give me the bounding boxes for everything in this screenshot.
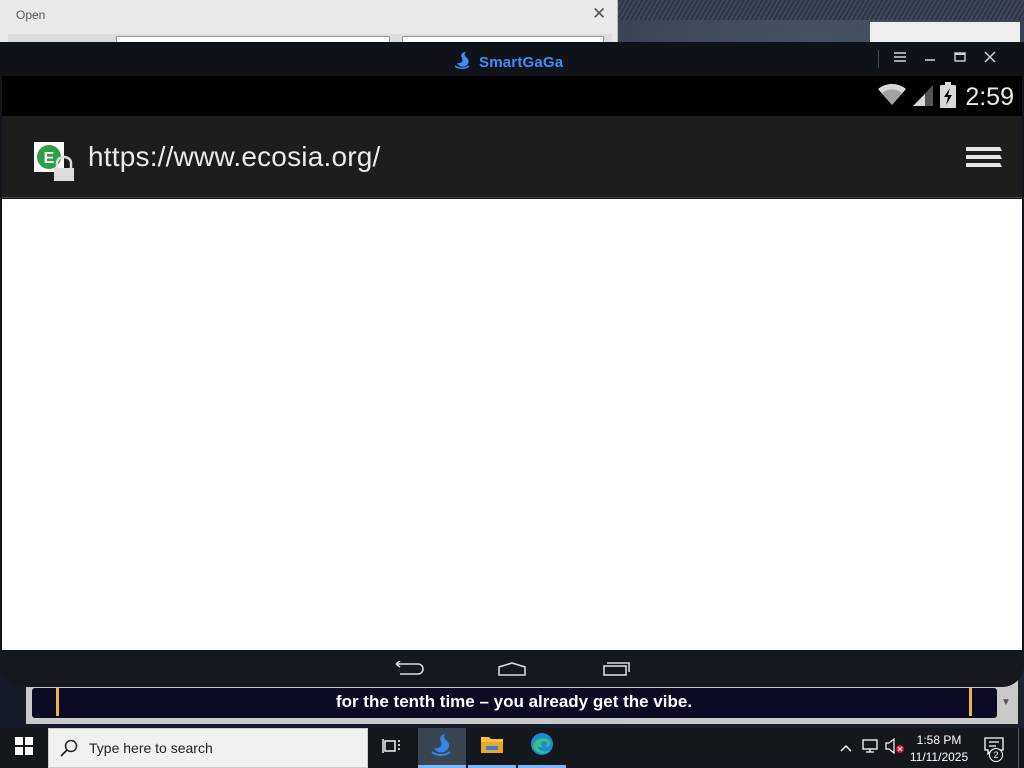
network-button[interactable] <box>860 728 882 768</box>
battery-charging-icon <box>939 82 957 113</box>
taskbar-search-box[interactable]: Type here to search <box>48 728 368 768</box>
search-placeholder: Type here to search <box>89 740 213 756</box>
notification-count-badge: 2 <box>989 748 1003 762</box>
network-icon <box>862 738 880 759</box>
search-icon <box>49 739 89 757</box>
open-dialog-title: Open <box>16 8 46 22</box>
emulator-menu-button[interactable] <box>885 48 915 70</box>
windows-taskbar: Type here to search 1:58 PM 11/11/2025 2 <box>0 728 1024 768</box>
file-explorer-icon <box>480 734 504 759</box>
minimize-icon <box>924 50 936 68</box>
show-hidden-icons-button[interactable] <box>836 728 856 768</box>
taskbar-edge-button[interactable] <box>518 728 566 768</box>
clock-time: 1:58 PM <box>916 733 962 747</box>
close-icon <box>984 50 996 68</box>
emulator-window: SmartGaGa 2:59 E https://www.ecosia.org/ <box>0 42 1024 687</box>
wifi-icon <box>877 83 907 112</box>
android-status-bar: 2:59 <box>2 76 1022 116</box>
taskbar-clock[interactable]: 1:58 PM 11/11/2025 <box>906 732 972 766</box>
taskbar-explorer-button[interactable] <box>468 728 516 768</box>
subtitle-text: for the tenth time – you already get the… <box>335 692 693 711</box>
emulator-minimize-button[interactable] <box>915 48 945 70</box>
subtitle-marker-right[interactable] <box>969 688 972 716</box>
ecosia-secure-icon: E <box>34 142 76 182</box>
task-view-icon <box>382 737 402 760</box>
background-window-controls <box>870 22 1020 42</box>
volume-muted-icon <box>885 737 905 759</box>
chevron-up-icon <box>840 739 852 757</box>
recents-icon[interactable] <box>601 661 631 677</box>
status-icons: 2:59 <box>877 82 1014 113</box>
svg-text:E: E <box>44 150 55 167</box>
emulator-close-button[interactable] <box>975 48 1005 70</box>
back-icon[interactable] <box>394 660 424 677</box>
titlebar-divider <box>878 50 879 68</box>
smartgaga-icon <box>429 731 455 762</box>
hamburger-icon <box>893 50 907 68</box>
volume-button[interactable] <box>884 728 906 768</box>
emulator-brand: SmartGaGa <box>452 49 563 76</box>
scroll-down-arrow-icon[interactable]: ▼ <box>998 688 1014 718</box>
android-nav-bar <box>0 650 1024 687</box>
subtitle-marker-left[interactable] <box>56 688 59 716</box>
open-dialog-window: Open ✕ <box>0 0 618 42</box>
open-dialog-close-icon[interactable]: ✕ <box>592 4 606 24</box>
emulator-maximize-button[interactable] <box>945 48 975 70</box>
home-icon[interactable] <box>497 661 527 677</box>
edge-icon <box>529 731 555 762</box>
show-desktop-button[interactable] <box>1018 728 1024 768</box>
start-button[interactable] <box>0 728 48 768</box>
task-view-button[interactable] <box>368 728 416 768</box>
web-page-content[interactable] <box>2 199 1022 650</box>
browser-url-bar: E https://www.ecosia.org/ <box>2 116 1022 198</box>
maximize-icon <box>954 50 966 68</box>
taskbar-smartgaga-button[interactable] <box>418 728 466 768</box>
emulator-brand-name: SmartGaGa <box>479 54 564 71</box>
clock-date: 11/11/2025 <box>909 750 969 764</box>
emulator-window-controls <box>878 48 1005 70</box>
windows-logo-icon <box>15 736 33 760</box>
emulator-titlebar[interactable]: SmartGaGa <box>0 42 1024 76</box>
desktop-wallpaper-strip <box>618 0 1024 20</box>
smartgaga-logo-icon <box>452 49 474 76</box>
browser-menu-icon[interactable] <box>964 143 1004 173</box>
status-time: 2:59 <box>965 83 1014 111</box>
signal-icon <box>911 83 935 112</box>
url-text[interactable]: https://www.ecosia.org/ <box>88 141 381 173</box>
